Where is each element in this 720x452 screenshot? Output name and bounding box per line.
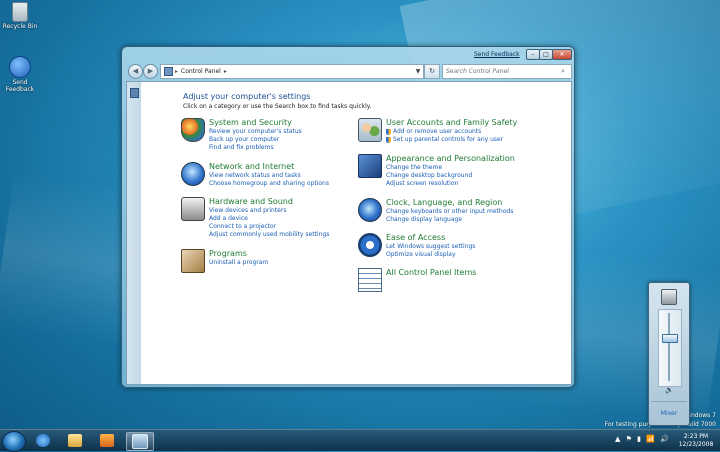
- category-link[interactable]: Change display language: [386, 216, 462, 223]
- power-icon[interactable]: ▮: [637, 435, 641, 443]
- mixer-divider: [651, 401, 687, 402]
- back-button[interactable]: ◀: [128, 64, 143, 79]
- control-panel-icon: [164, 67, 173, 76]
- folder-icon: [68, 434, 82, 447]
- search-input[interactable]: [443, 68, 561, 75]
- desktop-icon-send-feedback[interactable]: Send Feedback: [0, 56, 40, 93]
- taskbar: ▲ ⚑ ▮ 📶 🔊 2:23 PM 12/23/2008: [0, 429, 720, 452]
- category-link[interactable]: Change desktop background: [386, 172, 472, 179]
- taskbar-control-panel[interactable]: [126, 432, 154, 451]
- network-icon[interactable]: 📶: [646, 435, 655, 443]
- speakers-device-icon[interactable]: [661, 289, 677, 305]
- breadcrumb-chevron-icon[interactable]: ▸: [224, 68, 227, 75]
- media-player-icon: [100, 434, 114, 447]
- uac-shield-icon: [386, 128, 391, 135]
- speaker-mute-icon[interactable]: 🔈: [665, 386, 674, 394]
- category-title[interactable]: Hardware and Sound: [209, 197, 293, 206]
- taskbar-internet-explorer[interactable]: [30, 432, 56, 449]
- category-link[interactable]: View devices and printers: [209, 207, 286, 214]
- volume-slider-thumb[interactable]: [662, 333, 678, 343]
- system-clock[interactable]: 2:23 PM 12/23/2008: [674, 433, 718, 449]
- category-link[interactable]: Uninstall a program: [209, 259, 268, 266]
- category-link[interactable]: Review your computer's status: [209, 128, 302, 135]
- category-link[interactable]: Change keyboards or other input methods: [386, 208, 513, 215]
- desktop-icon-label: Recycle Bin: [2, 23, 38, 30]
- volume-slider-track[interactable]: [658, 309, 682, 387]
- appearance-icon[interactable]: [358, 154, 382, 178]
- send-feedback-icon: [9, 56, 31, 78]
- clock-language-icon[interactable]: [358, 198, 382, 222]
- close-button[interactable]: ✕: [552, 49, 572, 60]
- maximize-button[interactable]: □: [539, 49, 553, 60]
- page-title: Adjust your computer's settings: [183, 92, 311, 101]
- internet-explorer-icon: [36, 434, 50, 447]
- category-link[interactable]: Change the theme: [386, 164, 442, 171]
- clock-time: 2:23 PM: [683, 433, 709, 440]
- notification-area: ▲ ⚑ ▮ 📶 🔊: [615, 435, 672, 443]
- breadcrumb-separator-icon: ▸: [175, 68, 179, 75]
- network-internet-icon[interactable]: [181, 162, 205, 186]
- left-pane: [127, 82, 141, 384]
- address-dropdown-icon[interactable]: ▼: [413, 68, 423, 75]
- category-link[interactable]: Choose homegroup and sharing options: [209, 180, 329, 187]
- uac-shield-icon: [386, 136, 391, 143]
- search-box[interactable]: ⌕: [442, 64, 572, 79]
- category-title[interactable]: Clock, Language, and Region: [386, 198, 502, 207]
- category-link[interactable]: Set up parental controls for any user: [386, 136, 503, 143]
- ease-of-access-icon[interactable]: [358, 233, 382, 257]
- action-center-flag-icon[interactable]: ⚑: [626, 435, 632, 443]
- desktop-icon-recycle-bin[interactable]: Recycle Bin: [0, 2, 40, 30]
- category-title[interactable]: Programs: [209, 249, 247, 258]
- category-link[interactable]: Let Windows suggest settings: [386, 243, 475, 250]
- mixer-link[interactable]: Mixer: [649, 410, 689, 417]
- start-button[interactable]: [2, 431, 26, 452]
- category-title[interactable]: System and Security: [209, 118, 292, 127]
- page-subtitle: Click on a category or use the Search bo…: [183, 103, 372, 110]
- taskbar-windows-explorer[interactable]: [62, 432, 88, 449]
- taskbar-media-player[interactable]: [94, 432, 120, 449]
- show-hidden-icons-icon[interactable]: ▲: [615, 435, 620, 443]
- pane-icon: [130, 88, 139, 98]
- volume-icon[interactable]: 🔊: [660, 435, 669, 443]
- refresh-button[interactable]: ↻: [424, 64, 440, 79]
- desktop-icon-label: Send Feedback: [5, 79, 35, 93]
- user-accounts-icon[interactable]: [358, 118, 382, 142]
- minimize-button[interactable]: –: [526, 49, 540, 60]
- system-security-icon[interactable]: [181, 118, 205, 142]
- control-panel-content: Adjust your computer's settings Click on…: [126, 81, 572, 385]
- category-title[interactable]: Ease of Access: [386, 233, 445, 242]
- category-link[interactable]: View network status and tasks: [209, 172, 301, 179]
- category-title[interactable]: User Accounts and Family Safety: [386, 118, 517, 127]
- control-panel-window: Send Feedback – □ ✕ ◀ ▶ ▸ Control Panel …: [121, 46, 575, 388]
- clock-date: 12/23/2008: [678, 441, 714, 448]
- all-items-icon[interactable]: [358, 268, 382, 292]
- volume-slider-rail: [668, 313, 670, 381]
- category-title[interactable]: Appearance and Personalization: [386, 154, 515, 163]
- search-icon[interactable]: ⌕: [561, 67, 565, 76]
- programs-icon[interactable]: [181, 249, 205, 273]
- category-link[interactable]: Optimize visual display: [386, 251, 456, 258]
- hardware-sound-icon[interactable]: [181, 197, 205, 221]
- volume-mixer-popup: 🔈 Mixer: [648, 282, 690, 426]
- category-link[interactable]: Add or remove user accounts: [386, 128, 481, 135]
- category-link[interactable]: Connect to a projector: [209, 223, 276, 230]
- address-bar[interactable]: ▸ Control Panel ▸ ▼: [160, 64, 424, 79]
- category-link[interactable]: Adjust screen resolution: [386, 180, 458, 187]
- navigation-toolbar: ◀ ▶ ▸ Control Panel ▸ ▼ ↻ ⌕: [126, 63, 572, 79]
- send-feedback-link[interactable]: Send Feedback: [474, 51, 520, 58]
- category-link[interactable]: Find and fix problems: [209, 144, 274, 151]
- category-title[interactable]: Network and Internet: [209, 162, 294, 171]
- category-link[interactable]: Add a device: [209, 215, 248, 222]
- forward-button[interactable]: ▶: [143, 64, 158, 79]
- category-link[interactable]: Back up your computer: [209, 136, 279, 143]
- control-panel-icon: [132, 434, 148, 449]
- category-link[interactable]: Adjust commonly used mobility settings: [209, 231, 329, 238]
- category-title[interactable]: All Control Panel Items: [386, 268, 476, 277]
- breadcrumb-control-panel[interactable]: Control Panel: [181, 68, 221, 75]
- recycle-bin-icon: [12, 2, 28, 22]
